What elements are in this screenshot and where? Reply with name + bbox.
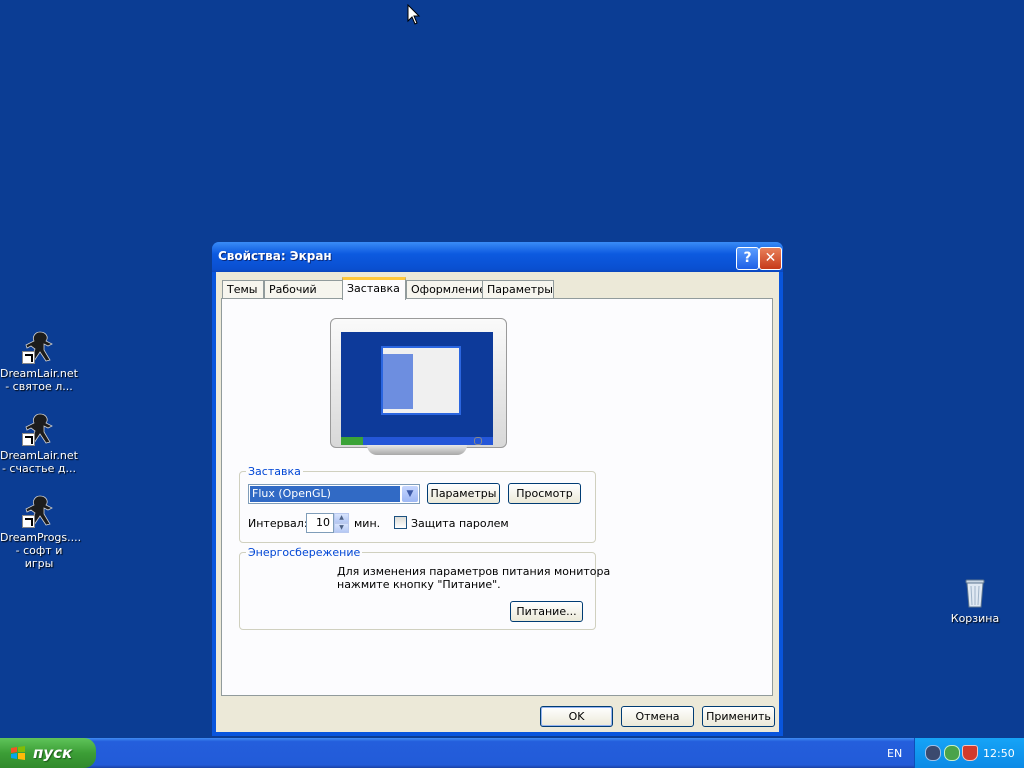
desktop-icon-dreamlair-1[interactable]: DreamLair.net - святое л... — [0, 330, 78, 393]
network-tray-icon[interactable] — [925, 745, 941, 761]
power-description-line1: Для изменения параметров питания монитор… — [337, 565, 611, 578]
desktop-icon-label: DreamLair.net - святое л... — [0, 367, 78, 393]
monitor-stand — [367, 445, 467, 455]
language-indicator[interactable]: EN — [887, 747, 902, 760]
windows-flag-icon — [11, 746, 25, 760]
mouse-cursor-icon — [407, 4, 421, 25]
close-button[interactable]: ✕ — [759, 247, 782, 270]
safely-remove-tray-icon[interactable] — [944, 745, 960, 761]
power-group: Энергосбережение Для изменения параметро… — [239, 546, 610, 630]
chevron-down-icon[interactable]: ▼ — [402, 486, 418, 502]
spin-down-icon[interactable]: ▼ — [334, 523, 349, 533]
desktop-icon-recycle-bin[interactable]: Корзина — [936, 575, 1014, 625]
taskbar: пуск EN 12:50 — [0, 738, 1024, 768]
start-label: пуск — [33, 744, 73, 762]
desktop-icon-dreamprogs[interactable]: DreamProgs.... - софт и игры — [0, 494, 82, 570]
minutes-label: мин. — [354, 517, 381, 530]
screensaver-settings-button[interactable]: Параметры — [427, 483, 500, 504]
screensaver-group-label: Заставка — [246, 465, 303, 478]
power-description-line2: нажмите кнопку "Питание". — [337, 578, 501, 591]
ninja-shortcut-icon — [22, 494, 56, 528]
start-button[interactable]: пуск — [0, 738, 96, 768]
tab-desktop[interactable]: Рабочий стол — [264, 280, 344, 314]
dialog-client-area: Темы Рабочий стол Заставка Оформление Па… — [216, 272, 779, 732]
clock: 12:50 — [983, 747, 1015, 760]
display-properties-window: Свойства: Экран ? ✕ Темы Рабочий стол За… — [212, 242, 783, 736]
preview-mini-window — [381, 346, 461, 415]
preview-mini-taskbar — [341, 437, 493, 445]
recycle-bin-icon — [958, 575, 992, 609]
security-shield-tray-icon[interactable] — [962, 745, 978, 761]
tab-settings[interactable]: Параметры — [482, 280, 554, 298]
screensaver-selected-value: Flux (OpenGL) — [250, 486, 400, 502]
screensaver-tab-panel: Заставка Flux (OpenGL) ▼ Параметры Просм… — [221, 298, 773, 696]
power-group-label: Энергосбережение — [246, 546, 363, 559]
preview-button[interactable]: Просмотр — [508, 483, 581, 504]
screensaver-group: Заставка Flux (OpenGL) ▼ Параметры Просм… — [239, 465, 596, 543]
power-led-icon — [474, 437, 482, 445]
interval-input[interactable]: 10 — [306, 513, 334, 533]
password-protect-label[interactable]: Защита паролем — [411, 517, 509, 530]
help-button[interactable]: ? — [736, 247, 759, 270]
tab-screensaver[interactable]: Заставка — [342, 277, 406, 300]
interval-label: Интервал: — [248, 517, 308, 530]
title-bar[interactable]: Свойства: Экран ? ✕ — [212, 242, 783, 272]
desktop-icon-label: Корзина — [950, 612, 1000, 625]
ninja-shortcut-icon — [22, 330, 56, 364]
tab-themes[interactable]: Темы — [222, 280, 264, 298]
desktop-icon-dreamlair-2[interactable]: DreamLair.net - счастье д... — [0, 412, 78, 475]
spin-up-icon[interactable]: ▲ — [334, 513, 349, 523]
desktop-icon-label: DreamLair.net - счастье д... — [0, 449, 78, 475]
password-protect-checkbox[interactable] — [394, 516, 407, 529]
cancel-button[interactable]: Отмена — [621, 706, 694, 727]
ninja-shortcut-icon — [22, 412, 56, 446]
window-title: Свойства: Экран — [218, 249, 332, 263]
apply-button[interactable]: Применить — [702, 706, 775, 727]
desktop-icon-label: DreamProgs.... - софт и игры — [0, 531, 82, 570]
tab-appearance[interactable]: Оформление — [406, 280, 486, 298]
ok-button[interactable]: OK — [540, 706, 613, 727]
interval-spinner[interactable]: ▲ ▼ — [334, 513, 349, 533]
monitor-preview — [330, 318, 507, 448]
preview-screen — [341, 332, 493, 445]
power-button[interactable]: Питание... — [510, 601, 583, 622]
screensaver-select[interactable]: Flux (OpenGL) ▼ — [248, 484, 420, 504]
